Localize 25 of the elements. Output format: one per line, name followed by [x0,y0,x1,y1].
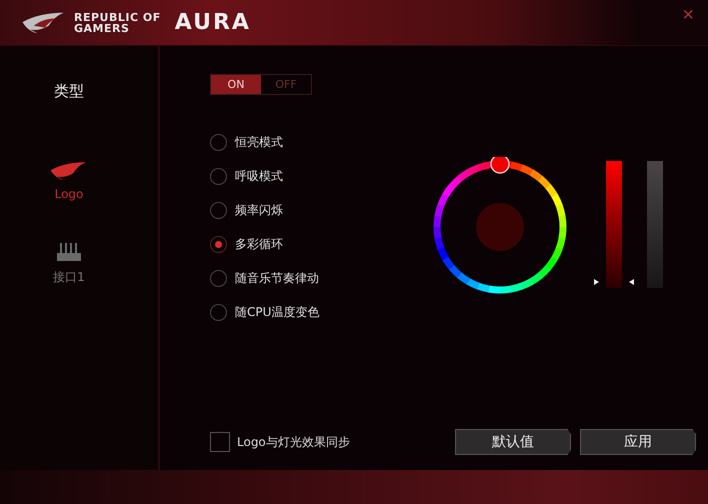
mode-label: 恒亮模式 [235,134,283,151]
brand-name: REPUBLIC OF [74,12,161,22]
product-name: AURA [174,10,251,35]
brand-name: GAMERS [74,22,130,34]
radio-button[interactable] [210,304,227,321]
sidebar-title: 类型 [54,82,84,101]
checkbox-label: Logo与灯光效果同步 [237,434,350,450]
checkbox[interactable] [210,432,230,452]
default-button[interactable]: 默认值 [455,429,571,455]
apply-button[interactable]: 应用 [580,429,696,455]
slider-handle[interactable] [594,278,634,286]
mode-label: 多彩循环 [235,236,283,253]
mode-label: 随音乐节奏律动 [235,270,319,287]
brightness-slider[interactable] [647,161,663,288]
radio-button[interactable] [210,134,227,151]
radio-button[interactable] [210,168,227,185]
power-toggle[interactable]: ON OFF [210,74,312,95]
radio-button[interactable] [210,202,227,219]
mode-label: 频率闪烁 [235,202,283,219]
radio-button[interactable] [210,270,227,287]
sidebar-item[interactable]: 接口1 [47,241,91,286]
mode-label: 呼吸模式 [235,168,283,185]
sidebar-item[interactable]: Logo [47,159,91,201]
mode-label: 随CPU温度变色 [235,304,320,321]
radio-button[interactable] [210,236,227,253]
